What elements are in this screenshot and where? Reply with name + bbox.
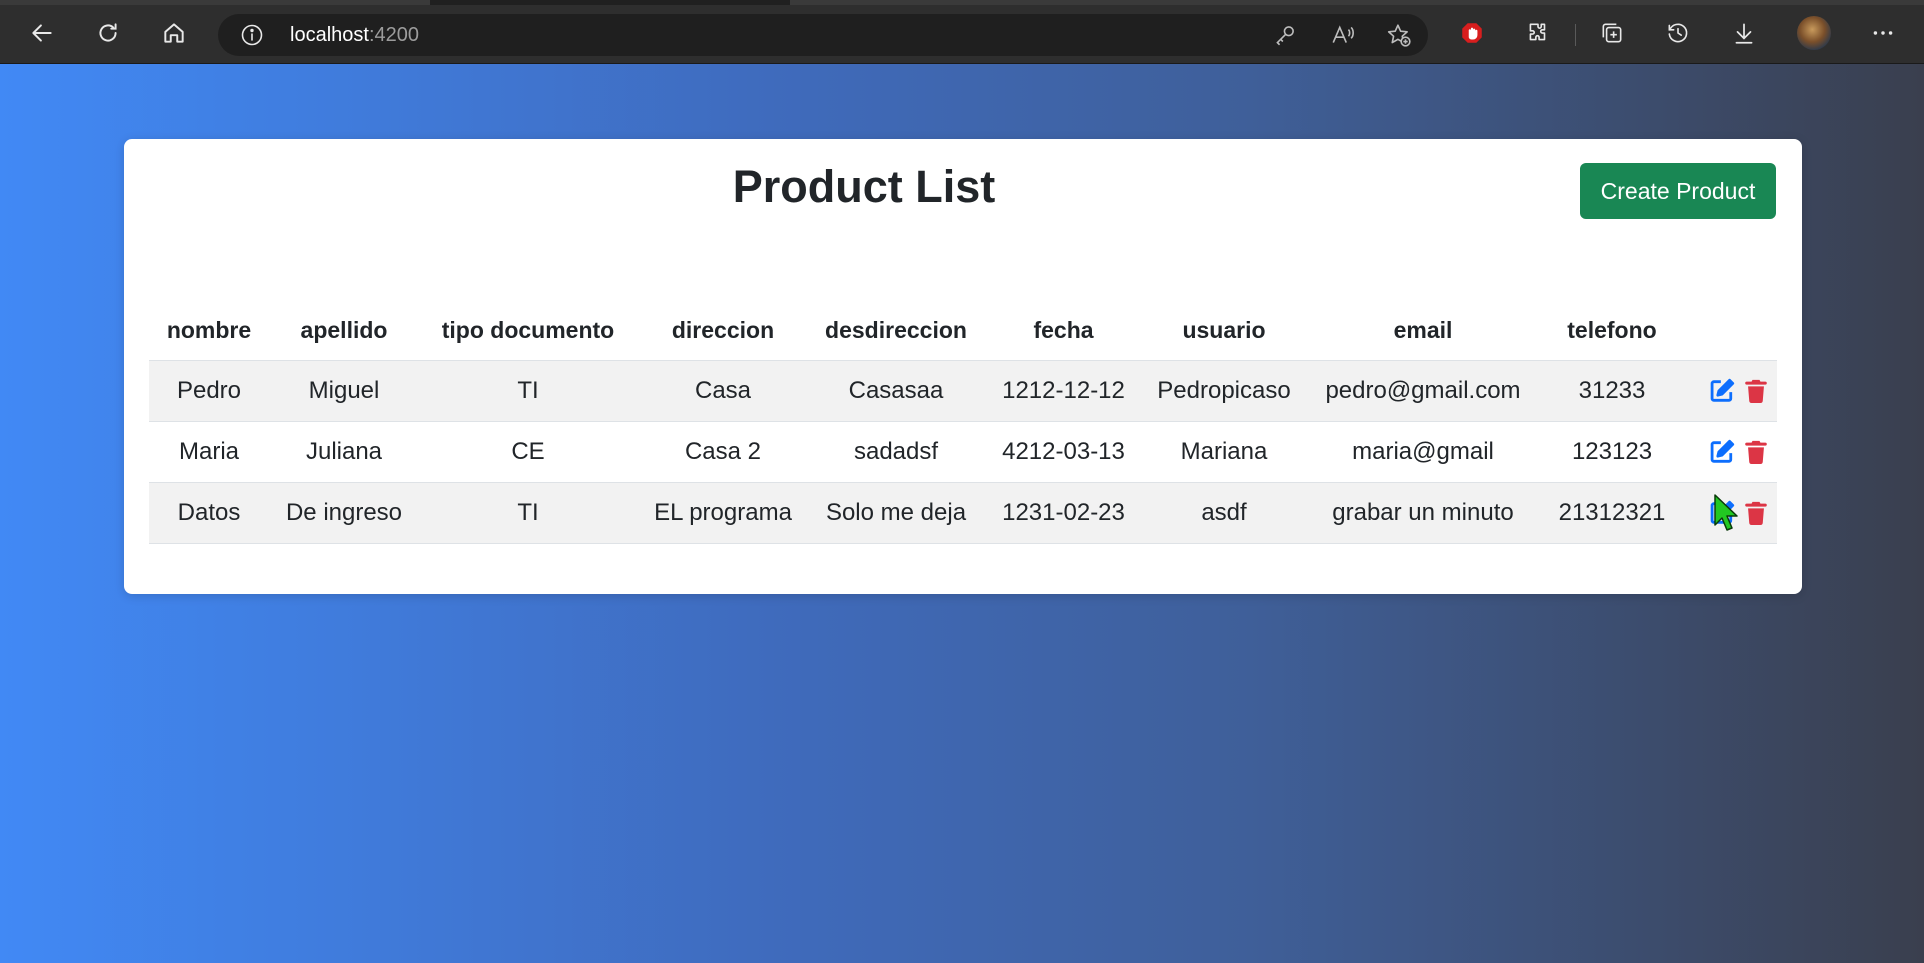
cell-tipo-documento: TI bbox=[419, 482, 637, 544]
header-tipo-documento: tipo documento bbox=[419, 300, 637, 361]
cell-email: maria@gmail bbox=[1304, 421, 1542, 483]
download-icon[interactable] bbox=[1728, 17, 1760, 49]
trash-icon[interactable] bbox=[1742, 438, 1770, 466]
cell-nombre: Pedro bbox=[149, 360, 269, 422]
cell-fecha: 1231-02-23 bbox=[983, 482, 1144, 544]
cell-email: grabar un minuto bbox=[1304, 482, 1542, 544]
home-button[interactable] bbox=[154, 13, 194, 53]
header-actions bbox=[1682, 300, 1777, 361]
header-desdireccion: desdireccion bbox=[809, 300, 983, 361]
info-icon[interactable] bbox=[240, 23, 264, 47]
header-fecha: fecha bbox=[983, 300, 1144, 361]
header-email: email bbox=[1304, 300, 1542, 361]
url-text[interactable]: localhost:4200 bbox=[290, 24, 419, 47]
product-table: nombre apellido tipo documento direccion… bbox=[149, 300, 1777, 544]
header-apellido: apellido bbox=[269, 300, 419, 361]
profile-avatar[interactable] bbox=[1797, 16, 1831, 50]
cell-desdireccion: Casasaa bbox=[809, 360, 983, 422]
cell-email: pedro@gmail.com bbox=[1304, 360, 1542, 422]
product-card: Product List Create Product nombre apell… bbox=[124, 139, 1802, 594]
cell-fecha: 1212-12-12 bbox=[983, 360, 1144, 422]
cell-usuario: asdf bbox=[1144, 482, 1304, 544]
edit-icon[interactable] bbox=[1708, 438, 1736, 466]
cell-usuario: Mariana bbox=[1144, 421, 1304, 483]
arrow-left-icon bbox=[32, 24, 52, 42]
cell-apellido: De ingreso bbox=[269, 482, 419, 544]
cell-telefono: 31233 bbox=[1542, 360, 1682, 422]
tab-strip bbox=[0, 0, 1924, 5]
extensions-icon[interactable] bbox=[1522, 17, 1554, 49]
read-aloud-icon[interactable] bbox=[1330, 22, 1356, 48]
history-icon[interactable] bbox=[1662, 17, 1694, 49]
add-favorite-icon[interactable] bbox=[1386, 22, 1412, 48]
cell-tipo-documento: CE bbox=[419, 421, 637, 483]
browser-tab[interactable] bbox=[0, 0, 430, 5]
cell-direccion: Casa bbox=[637, 360, 809, 422]
refresh-icon bbox=[99, 23, 117, 42]
cell-actions bbox=[1682, 421, 1777, 483]
address-bar[interactable]: localhost:4200 bbox=[218, 14, 1428, 56]
table-row: Pedro Miguel TI Casa Casasaa 1212-12-12 … bbox=[149, 360, 1777, 422]
row-actions bbox=[1682, 377, 1777, 405]
cell-apellido: Juliana bbox=[269, 421, 419, 483]
page-title: Product List bbox=[732, 161, 996, 212]
header-telefono: telefono bbox=[1542, 300, 1682, 361]
cell-telefono: 21312321 bbox=[1542, 482, 1682, 544]
cell-usuario: Pedropicaso bbox=[1144, 360, 1304, 422]
home-icon bbox=[164, 23, 184, 43]
cell-direccion: EL programa bbox=[637, 482, 809, 544]
row-actions bbox=[1682, 438, 1777, 466]
product-table-container: nombre apellido tipo documento direccion… bbox=[149, 300, 1777, 544]
refresh-button[interactable] bbox=[88, 13, 128, 53]
key-icon[interactable] bbox=[1272, 22, 1298, 48]
cell-nombre: Maria bbox=[149, 421, 269, 483]
url-host: localhost bbox=[290, 24, 369, 46]
more-options-icon[interactable] bbox=[1867, 17, 1899, 49]
cell-fecha: 4212-03-13 bbox=[983, 421, 1144, 483]
edit-icon[interactable] bbox=[1708, 377, 1736, 405]
cell-desdireccion: Solo me deja bbox=[809, 482, 983, 544]
back-button[interactable] bbox=[22, 13, 62, 53]
trash-icon[interactable] bbox=[1742, 377, 1770, 405]
cell-nombre: Datos bbox=[149, 482, 269, 544]
cell-direccion: Casa 2 bbox=[637, 421, 809, 483]
header-nombre: nombre bbox=[149, 300, 269, 361]
trash-icon[interactable] bbox=[1742, 499, 1770, 527]
create-product-button[interactable]: Create Product bbox=[1580, 163, 1776, 219]
cell-tipo-documento: TI bbox=[419, 360, 637, 422]
header-usuario: usuario bbox=[1144, 300, 1304, 361]
collections-icon[interactable] bbox=[1596, 17, 1628, 49]
mouse-cursor-icon bbox=[1712, 493, 1742, 533]
table-row: Datos De ingreso TI EL programa Solo me … bbox=[149, 482, 1777, 544]
cell-apellido: Miguel bbox=[269, 360, 419, 422]
browser-tab[interactable] bbox=[790, 0, 1924, 5]
cell-telefono: 123123 bbox=[1542, 421, 1682, 483]
url-port: :4200 bbox=[368, 24, 419, 46]
header-direccion: direccion bbox=[637, 300, 809, 361]
cell-desdireccion: sadadsf bbox=[809, 421, 983, 483]
browser-toolbar: localhost:4200 bbox=[0, 0, 1924, 64]
toolbar-divider bbox=[1575, 24, 1576, 46]
table-header-row: nombre apellido tipo documento direccion… bbox=[149, 300, 1777, 361]
table-row: Maria Juliana CE Casa 2 sadadsf 4212-03-… bbox=[149, 421, 1777, 483]
adblock-icon[interactable] bbox=[1456, 17, 1488, 49]
cell-actions bbox=[1682, 360, 1777, 422]
